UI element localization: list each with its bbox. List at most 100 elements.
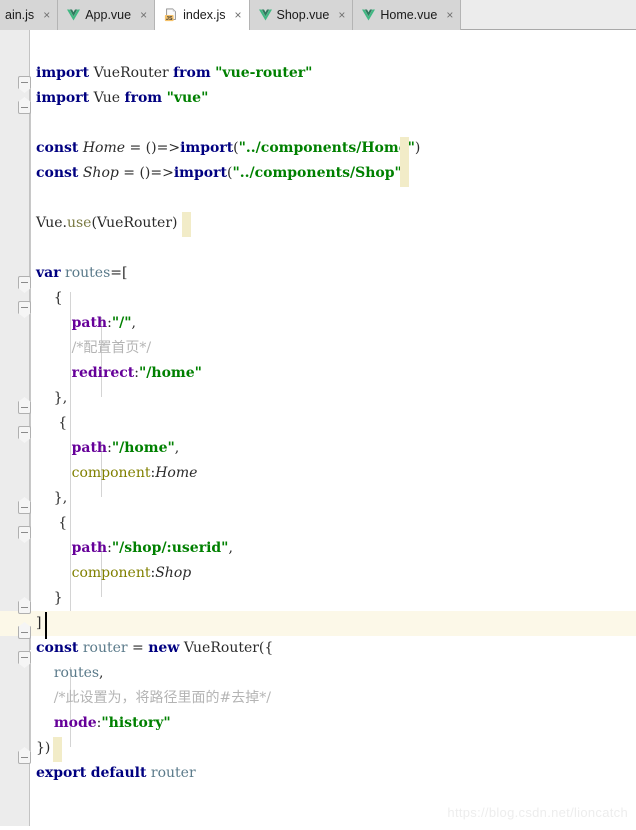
editor-tab-app-vue[interactable]: App.vue × bbox=[58, 0, 156, 30]
code-token-prop: path bbox=[71, 540, 108, 556]
editor-tab-index-js[interactable]: JS index.js × bbox=[155, 0, 250, 30]
fold-toggle-icon[interactable] bbox=[18, 426, 31, 439]
code-line-text: /*此设置为，将路径里面的#去掉*/ bbox=[36, 686, 271, 711]
code-line-text: { bbox=[36, 286, 63, 311]
fold-toggle-icon[interactable] bbox=[18, 626, 31, 639]
code-line-text: ] bbox=[36, 611, 41, 636]
code-token-str: "/home" bbox=[139, 365, 202, 381]
code-token-kw: import bbox=[180, 140, 234, 156]
code-line-text: component:Home bbox=[36, 461, 198, 486]
code-line-text: path:"/shop/:userid", bbox=[36, 536, 233, 561]
code-line[interactable]: } bbox=[0, 586, 636, 611]
editor-tab-label: ain.js bbox=[5, 7, 35, 22]
code-token-kw: from bbox=[124, 90, 163, 106]
code-line[interactable]: routes, bbox=[0, 661, 636, 686]
editor-tab-shop-vue[interactable]: Shop.vue × bbox=[249, 0, 354, 30]
code-token-comment: /*配置首页*/ bbox=[36, 340, 152, 356]
fold-toggle-icon[interactable] bbox=[18, 651, 31, 664]
code-token-ident: Home bbox=[82, 140, 126, 156]
fold-toggle-icon[interactable] bbox=[18, 526, 31, 539]
code-line[interactable]: import VueRouter from "vue-router" bbox=[0, 61, 636, 86]
code-token-fn: use bbox=[66, 215, 92, 231]
code-token-str: "/shop/:userid" bbox=[111, 540, 229, 556]
occurrence-highlight-marker bbox=[182, 212, 191, 237]
code-line[interactable]: mode:"history" bbox=[0, 711, 636, 736]
code-line[interactable]: component:Home bbox=[0, 461, 636, 486]
code-token-str: "../components/Shop" bbox=[232, 165, 402, 181]
editor-tab-home-vue[interactable]: Home.vue × bbox=[353, 0, 462, 30]
fold-toggle-icon[interactable] bbox=[18, 76, 31, 89]
editor-tab-label: App.vue bbox=[85, 7, 132, 22]
fold-toggle-icon[interactable] bbox=[18, 401, 31, 414]
tab-bar-empty-area bbox=[461, 0, 636, 29]
code-line[interactable]: const router = new VueRouter({ bbox=[0, 636, 636, 661]
code-line[interactable]: }) bbox=[0, 736, 636, 761]
code-token-kw: export bbox=[36, 765, 87, 781]
code-line-text: /*配置首页*/ bbox=[36, 336, 151, 361]
code-line[interactable]: const Home = ()=>import("../components/H… bbox=[0, 136, 636, 161]
close-icon[interactable]: × bbox=[140, 9, 147, 21]
code-line-text: mode:"history" bbox=[36, 711, 171, 736]
close-icon[interactable]: × bbox=[446, 9, 453, 21]
code-token-kw: import bbox=[36, 90, 90, 106]
code-line[interactable]: /*配置首页*/ bbox=[0, 336, 636, 361]
code-line[interactable] bbox=[0, 111, 636, 136]
code-line[interactable]: path:"/", bbox=[0, 311, 636, 336]
code-line[interactable] bbox=[0, 236, 636, 261]
code-line-text: import VueRouter from "vue-router" bbox=[36, 61, 312, 86]
code-token-local: routes bbox=[65, 265, 111, 281]
code-token-prop: path bbox=[71, 440, 108, 456]
code-token-plain: }) bbox=[36, 740, 51, 756]
code-line[interactable]: path:"/shop/:userid", bbox=[0, 536, 636, 561]
code-line[interactable]: { bbox=[0, 511, 636, 536]
code-token-str: "/" bbox=[111, 315, 132, 331]
code-line[interactable]: ] bbox=[0, 611, 636, 636]
code-token-local: routes bbox=[53, 665, 100, 681]
code-token-plain: , bbox=[174, 440, 180, 456]
code-line[interactable]: { bbox=[0, 411, 636, 436]
code-line-text: }, bbox=[36, 386, 67, 411]
fold-toggle-icon[interactable] bbox=[18, 751, 31, 764]
code-line[interactable]: /*此设置为，将路径里面的#去掉*/ bbox=[0, 686, 636, 711]
code-text-area[interactable]: import VueRouter from "vue-router" import… bbox=[0, 30, 636, 830]
editor-tab-label: index.js bbox=[183, 7, 226, 22]
code-token-plain: , bbox=[131, 315, 136, 331]
code-token-kw: default bbox=[90, 765, 147, 781]
code-line[interactable]: import Vue from "vue" bbox=[0, 86, 636, 111]
code-line-text: var routes=[ bbox=[36, 261, 127, 286]
code-token-plain: = ()=> bbox=[118, 165, 174, 181]
code-editor[interactable]: import VueRouter from "vue-router" import… bbox=[0, 30, 636, 830]
editor-tab-ain-js[interactable]: ain.js × bbox=[0, 0, 59, 30]
code-token-plain: = ()=> bbox=[125, 140, 181, 156]
code-line[interactable]: var routes=[ bbox=[0, 261, 636, 286]
close-icon[interactable]: × bbox=[43, 9, 50, 21]
code-line-text: import Vue from "vue" bbox=[36, 86, 208, 111]
code-token-kw: import bbox=[173, 165, 227, 181]
close-icon[interactable]: × bbox=[338, 9, 345, 21]
close-icon[interactable]: × bbox=[234, 9, 241, 21]
fold-toggle-icon[interactable] bbox=[18, 501, 31, 514]
code-line[interactable]: }, bbox=[0, 386, 636, 411]
code-line[interactable]: const Shop = ()=>import("../components/S… bbox=[0, 161, 636, 186]
code-token-plain: = bbox=[127, 640, 149, 656]
code-line[interactable]: export default router bbox=[0, 761, 636, 786]
code-line[interactable] bbox=[0, 186, 636, 211]
code-line[interactable]: component:Shop bbox=[0, 561, 636, 586]
fold-toggle-icon[interactable] bbox=[18, 301, 31, 314]
fold-toggle-icon[interactable] bbox=[18, 101, 31, 114]
code-line[interactable]: path:"/home", bbox=[0, 436, 636, 461]
code-token-kw: new bbox=[148, 640, 180, 656]
fold-toggle-icon[interactable] bbox=[18, 601, 31, 614]
code-token-plain: ) bbox=[414, 140, 421, 156]
code-line[interactable]: Vue.use(VueRouter) bbox=[0, 211, 636, 236]
code-line[interactable]: redirect:"/home" bbox=[0, 361, 636, 386]
code-line[interactable]: { bbox=[0, 286, 636, 311]
code-token-kw: import bbox=[36, 65, 90, 81]
fold-toggle-icon[interactable] bbox=[18, 276, 31, 289]
code-line-text: }, bbox=[36, 486, 67, 511]
code-token-plain: }, bbox=[36, 390, 68, 406]
code-line[interactable]: }, bbox=[0, 486, 636, 511]
